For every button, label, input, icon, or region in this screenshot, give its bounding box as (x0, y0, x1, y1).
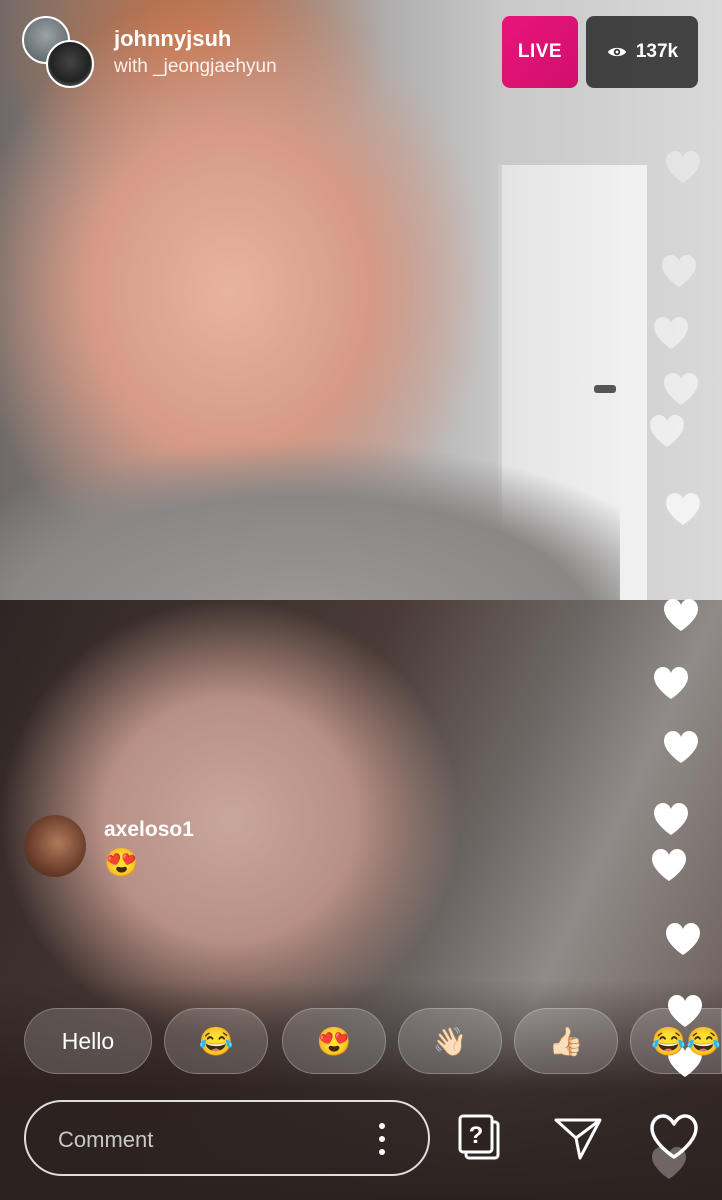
commenter-avatar[interactable] (24, 815, 86, 877)
comment-placeholder: Comment (58, 1127, 154, 1152)
quick-reply-heart-eyes[interactable]: 😍 (282, 1008, 386, 1074)
eye-icon (607, 47, 627, 57)
comment-text: 😍 (104, 847, 139, 878)
floating-heart-icon (664, 599, 698, 631)
host-video (0, 0, 722, 600)
floating-heart-icon (666, 493, 700, 525)
quick-reply-joy-double[interactable]: 😂😂 (630, 1008, 722, 1074)
viewer-count: 137k (635, 41, 679, 62)
live-badge: LIVE (502, 16, 578, 88)
floating-heart-icon (654, 667, 688, 699)
viewer-count-badge[interactable]: 137k (586, 16, 698, 88)
commenter-username[interactable]: axeloso1 (104, 818, 194, 842)
vertical-dots-icon[interactable] (374, 1120, 390, 1158)
floating-heart-icon (652, 849, 686, 881)
floating-heart-icon (662, 255, 696, 287)
quick-reply-thumbs-up[interactable]: 👍🏻 (514, 1008, 618, 1074)
heart-icon[interactable] (648, 1112, 700, 1164)
floating-heart-icon (654, 317, 688, 349)
floating-heart-icon (654, 803, 688, 835)
floating-heart-icon (664, 373, 698, 405)
floating-heart-icon (666, 151, 700, 183)
svg-text:?: ? (469, 1122, 484, 1149)
host-username[interactable]: johnnyjsuh (114, 26, 231, 52)
direct-send-icon[interactable] (552, 1112, 604, 1164)
comment-input[interactable]: Comment (24, 1100, 430, 1176)
question-sticker-icon[interactable]: ? (456, 1112, 508, 1164)
quick-reply-joy[interactable]: 😂 (164, 1008, 268, 1074)
quick-reply-hello[interactable]: Hello (24, 1008, 152, 1074)
guest-avatar[interactable] (46, 40, 94, 88)
floating-heart-icon (664, 731, 698, 763)
quick-reply-wave[interactable]: 👋🏻 (398, 1008, 502, 1074)
floating-heart-icon (666, 923, 700, 955)
guest-username-line[interactable]: with _jeongjaehyun (114, 56, 277, 78)
floating-heart-icon (650, 415, 684, 447)
live-label: LIVE (517, 41, 563, 62)
